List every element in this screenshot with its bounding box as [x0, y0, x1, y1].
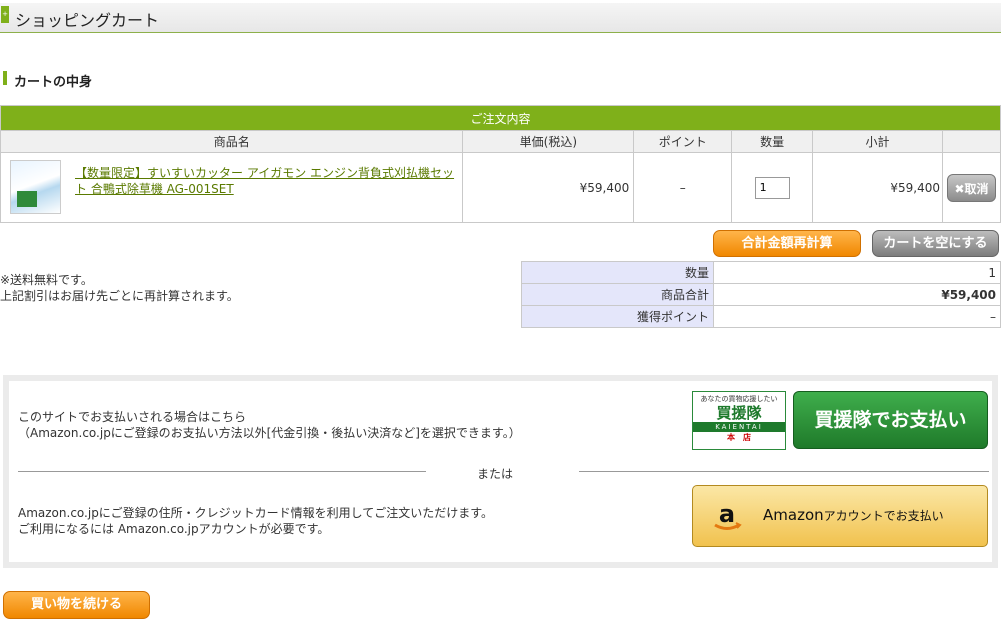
- divider-left: [18, 471, 426, 472]
- kaientai-logo-main: 買援隊: [716, 404, 762, 422]
- amazon-pay-label-main: Amazon: [763, 506, 824, 524]
- summary-value-total: ¥59,400: [713, 283, 1001, 306]
- title-marker-icon: +: [1, 6, 9, 23]
- product-name-link[interactable]: 【数量限定】すいすいカッター アイガモン エンジン背負式刈払機セット 合鴨式除草…: [75, 165, 460, 197]
- summary-row-total: 商品合計 ¥59,400: [521, 283, 1001, 306]
- product-thumbnail[interactable]: [10, 160, 61, 214]
- cart-table: ご注文内容 商品名 単価(税込) ポイント 数量 小計 【数量限定】すいすいカッ…: [0, 105, 1001, 223]
- summary-row-points: 獲得ポイント –: [521, 305, 1001, 328]
- continue-shopping-button[interactable]: 買い物を続ける: [3, 591, 150, 619]
- cart-caption: ご注文内容: [0, 105, 1001, 131]
- or-separator: または: [477, 467, 514, 481]
- column-header-quantity: 数量: [731, 130, 814, 153]
- amazon-pay-label: Amazonアカウントでお支払い: [763, 506, 944, 524]
- svg-text:a: a: [719, 500, 735, 528]
- quantity-cell: [731, 152, 814, 223]
- shipping-note: ※送料無料です。: [0, 273, 93, 287]
- unit-price: ¥59,400: [462, 152, 635, 223]
- summary-label-total: 商品合計: [521, 283, 714, 306]
- amazon-description: Amazon.co.jpにご登録の住所・クレジットカード情報を利用してご注文いた…: [18, 506, 494, 520]
- section-title: カートの中身: [14, 75, 93, 90]
- summary-label-quantity: 数量: [521, 261, 714, 284]
- page-title: ショッピングカート: [15, 11, 160, 30]
- amazon-subdescription: ご利用になるには Amazon.co.jpアカウントが必要です。: [18, 522, 330, 536]
- delete-cell: ✖取消: [941, 152, 1001, 223]
- kaientai-description: このサイトでお支払いされる場合はこちら: [18, 410, 247, 424]
- column-header-actions: [941, 130, 1001, 153]
- divider-right: [579, 471, 989, 472]
- cart-header-row: 商品名 単価(税込) ポイント 数量 小計: [0, 130, 1001, 153]
- kaientai-logo-tagline: あなたの買物応援したい: [700, 395, 778, 403]
- kaientai-logo: あなたの買物応援したい 買援隊 KAIENTAI 本 店: [692, 391, 786, 450]
- empty-cart-button[interactable]: カートを空にする: [872, 230, 999, 257]
- kaientai-logo-band: KAIENTAI: [693, 422, 785, 432]
- column-header-points: ポイント: [633, 130, 733, 153]
- page-title-bar: + ショッピングカート: [0, 3, 1001, 33]
- amazon-logo-icon: a: [714, 500, 742, 530]
- discount-note: 上記割引はお届け先ごとに再計算されます。: [0, 289, 239, 303]
- recalculate-button[interactable]: 合計金額再計算: [713, 230, 861, 257]
- kaientai-logo-store: 本 店: [727, 433, 751, 442]
- summary-value-quantity: 1: [713, 261, 1001, 284]
- summary-value-points: –: [713, 305, 1001, 328]
- kaientai-subdescription: （Amazon.co.jpにご登録のお支払い方法以外[代金引換・後払い決済など]…: [18, 426, 521, 440]
- section-marker-icon: [3, 71, 7, 85]
- column-header-unit-price: 単価(税込): [462, 130, 635, 153]
- table-row: 【数量限定】すいすいカッター アイガモン エンジン背負式刈払機セット 合鴨式除草…: [0, 152, 1001, 223]
- amazon-pay-button[interactable]: a Amazonアカウントでお支払い: [692, 485, 988, 547]
- quantity-input[interactable]: [754, 176, 790, 199]
- product-cell: 【数量限定】すいすいカッター アイガモン エンジン背負式刈払機セット 合鴨式除草…: [0, 152, 464, 223]
- item-subtotal: ¥59,400: [812, 152, 943, 223]
- column-header-product: 商品名: [0, 130, 464, 153]
- kaientai-pay-button[interactable]: 買援隊でお支払い: [793, 391, 988, 449]
- amazon-pay-label-sub: アカウントでお支払い: [823, 509, 944, 523]
- summary-row-quantity: 数量 1: [521, 261, 1001, 284]
- column-header-subtotal: 小計: [812, 130, 943, 153]
- order-summary-table: 数量 1 商品合計 ¥59,400 獲得ポイント –: [521, 261, 1001, 328]
- item-points: –: [633, 152, 733, 223]
- delete-item-button[interactable]: ✖取消: [946, 173, 996, 202]
- payment-options-box: このサイトでお支払いされる場合はこちら （Amazon.co.jpにご登録のお支…: [3, 375, 998, 568]
- summary-label-points: 獲得ポイント: [521, 305, 714, 328]
